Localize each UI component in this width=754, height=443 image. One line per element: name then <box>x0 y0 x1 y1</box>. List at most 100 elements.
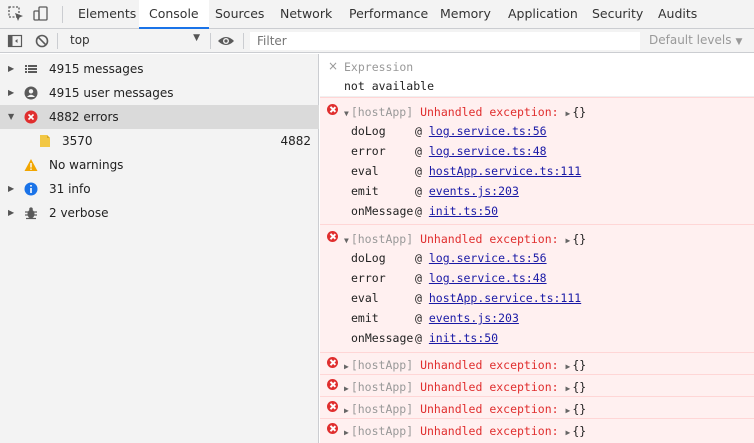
message-tag: [hostApp] <box>350 358 414 372</box>
stack-frame: error @ log.service.ts:48 <box>351 271 547 285</box>
toolbar-divider <box>57 33 58 49</box>
sidebar-item-label: 31 info <box>49 182 91 196</box>
collapse-arrow-icon[interactable]: ▼ <box>344 236 349 245</box>
user-icon <box>24 86 38 100</box>
tab-security[interactable]: Security <box>582 0 653 29</box>
frame-function: eval <box>351 291 379 305</box>
object-preview[interactable]: {} <box>572 232 586 246</box>
error-header[interactable]: ▶ [hostApp] Unhandled exception: ▶{} <box>344 358 586 372</box>
error-icon <box>327 401 338 412</box>
error-text: Unhandled exception: <box>420 380 559 394</box>
sidebar-item-errors[interactable]: ▼ 4882 errors <box>0 105 319 129</box>
file-icon <box>38 134 52 148</box>
frame-source-link[interactable]: events.js:203 <box>429 311 519 325</box>
frame-function: error <box>351 271 386 285</box>
bug-icon <box>24 206 38 220</box>
error-icon <box>327 379 338 390</box>
expand-arrow-icon[interactable]: ▶ <box>566 109 571 118</box>
stack-frame: error @ log.service.ts:48 <box>351 144 547 158</box>
sidebar-item-source-file[interactable]: 3570 4882 <box>0 129 319 153</box>
expand-arrow-icon[interactable]: ▶ <box>566 406 571 415</box>
frame-at: @ <box>415 251 422 265</box>
sidebar-item-warnings[interactable]: No warnings <box>0 153 319 177</box>
expand-arrow-icon[interactable]: ▶ <box>566 236 571 245</box>
collapse-arrow-icon[interactable]: ▼ <box>8 105 14 129</box>
sidebar-item-label: 4882 errors <box>49 110 119 124</box>
filter-input[interactable] <box>250 32 640 50</box>
device-toolbar-icon[interactable] <box>31 4 51 24</box>
console-error-message: ▶ [hostApp] Unhandled exception: ▶{} <box>320 374 754 396</box>
console-error-message: ▼ [hostApp] Unhandled exception: ▶{} doLo… <box>320 224 754 352</box>
sidebar-toggle-icon[interactable] <box>6 32 24 50</box>
collapse-arrow-icon[interactable]: ▼ <box>344 109 349 118</box>
expand-arrow-icon[interactable]: ▶ <box>566 428 571 437</box>
frame-function: error <box>351 144 386 158</box>
remove-expression-icon[interactable]: × <box>328 59 338 73</box>
expand-arrow-icon[interactable]: ▶ <box>344 362 349 371</box>
tab-elements[interactable]: Elements <box>68 0 146 29</box>
sidebar-item-count: 4882 <box>280 134 311 148</box>
log-levels-label: Default levels <box>649 33 732 47</box>
frame-source-link[interactable]: log.service.ts:48 <box>429 144 547 158</box>
frame-function: emit <box>351 311 379 325</box>
live-expression: × Expression not available <box>320 54 754 97</box>
log-levels-dropdown[interactable]: Default levels ▼ <box>649 33 742 47</box>
expand-arrow-icon[interactable]: ▶ <box>344 384 349 393</box>
error-header[interactable]: ▶ [hostApp] Unhandled exception: ▶{} <box>344 424 586 438</box>
expand-arrow-icon[interactable]: ▶ <box>8 201 14 225</box>
sidebar-item-user-messages[interactable]: ▶ 4915 user messages <box>0 81 319 105</box>
error-header[interactable]: ▼ [hostApp] Unhandled exception: ▶{} <box>344 232 586 246</box>
sidebar-item-info[interactable]: ▶ 31 info <box>0 177 319 201</box>
stack-frame: onMessage @ init.ts:50 <box>351 331 498 345</box>
inspect-element-icon[interactable] <box>6 4 26 24</box>
frame-source-link[interactable]: hostApp.service.ts:111 <box>429 291 581 305</box>
sidebar-item-messages[interactable]: ▶ 4915 messages <box>0 57 319 81</box>
object-preview[interactable]: {} <box>572 358 586 372</box>
sidebar-item-label: 4915 messages <box>49 62 144 76</box>
sidebar-item-label: 2 verbose <box>49 206 109 220</box>
tab-console[interactable]: Console <box>139 0 209 29</box>
frame-source-link[interactable]: log.service.ts:56 <box>429 124 547 138</box>
tab-sources[interactable]: Sources <box>205 0 274 29</box>
object-preview[interactable]: {} <box>572 105 586 119</box>
frame-source-link[interactable]: init.ts:50 <box>429 204 498 218</box>
expression-name[interactable]: Expression <box>344 60 413 74</box>
expand-arrow-icon[interactable]: ▶ <box>566 362 571 371</box>
context-selector[interactable]: top ▼ <box>60 32 206 50</box>
expand-arrow-icon[interactable]: ▶ <box>8 81 14 105</box>
dropdown-arrow-icon: ▼ <box>193 33 200 43</box>
console-error-message: ▶ [hostApp] Unhandled exception: ▶{} <box>320 418 754 443</box>
frame-source-link[interactable]: hostApp.service.ts:111 <box>429 164 581 178</box>
toolbar-divider <box>62 6 63 23</box>
sidebar-item-verbose[interactable]: ▶ 2 verbose <box>0 201 319 225</box>
tab-memory[interactable]: Memory <box>430 0 501 29</box>
object-preview[interactable]: {} <box>572 402 586 416</box>
console-error-message: ▶ [hostApp] Unhandled exception: ▶{} <box>320 352 754 374</box>
expand-arrow-icon[interactable]: ▶ <box>344 406 349 415</box>
frame-source-link[interactable]: log.service.ts:56 <box>429 251 547 265</box>
object-preview[interactable]: {} <box>572 424 586 438</box>
tab-performance[interactable]: Performance <box>339 0 438 29</box>
frame-source-link[interactable]: events.js:203 <box>429 184 519 198</box>
stack-frame: onMessage @ init.ts:50 <box>351 204 498 218</box>
frame-source-link[interactable]: log.service.ts:48 <box>429 271 547 285</box>
error-header[interactable]: ▼ [hostApp] Unhandled exception: ▶{} <box>344 105 586 119</box>
object-preview[interactable]: {} <box>572 380 586 394</box>
stack-frame: emit @ events.js:203 <box>351 311 519 325</box>
error-header[interactable]: ▶ [hostApp] Unhandled exception: ▶{} <box>344 402 586 416</box>
tab-application[interactable]: Application <box>498 0 588 29</box>
list-icon <box>24 62 38 76</box>
expand-arrow-icon[interactable]: ▶ <box>566 384 571 393</box>
expand-arrow-icon[interactable]: ▶ <box>8 57 14 81</box>
frame-source-link[interactable]: init.ts:50 <box>429 331 498 345</box>
stack-frame: eval @ hostApp.service.ts:111 <box>351 291 581 305</box>
frame-at: @ <box>415 184 422 198</box>
expand-arrow-icon[interactable]: ▶ <box>8 177 14 201</box>
clear-console-icon[interactable] <box>33 32 51 50</box>
expand-arrow-icon[interactable]: ▶ <box>344 428 349 437</box>
error-header[interactable]: ▶ [hostApp] Unhandled exception: ▶{} <box>344 380 586 394</box>
live-expression-eye-icon[interactable] <box>216 32 236 50</box>
tab-network[interactable]: Network <box>270 0 342 29</box>
info-icon <box>24 182 38 196</box>
tab-audits[interactable]: Audits <box>648 0 707 29</box>
